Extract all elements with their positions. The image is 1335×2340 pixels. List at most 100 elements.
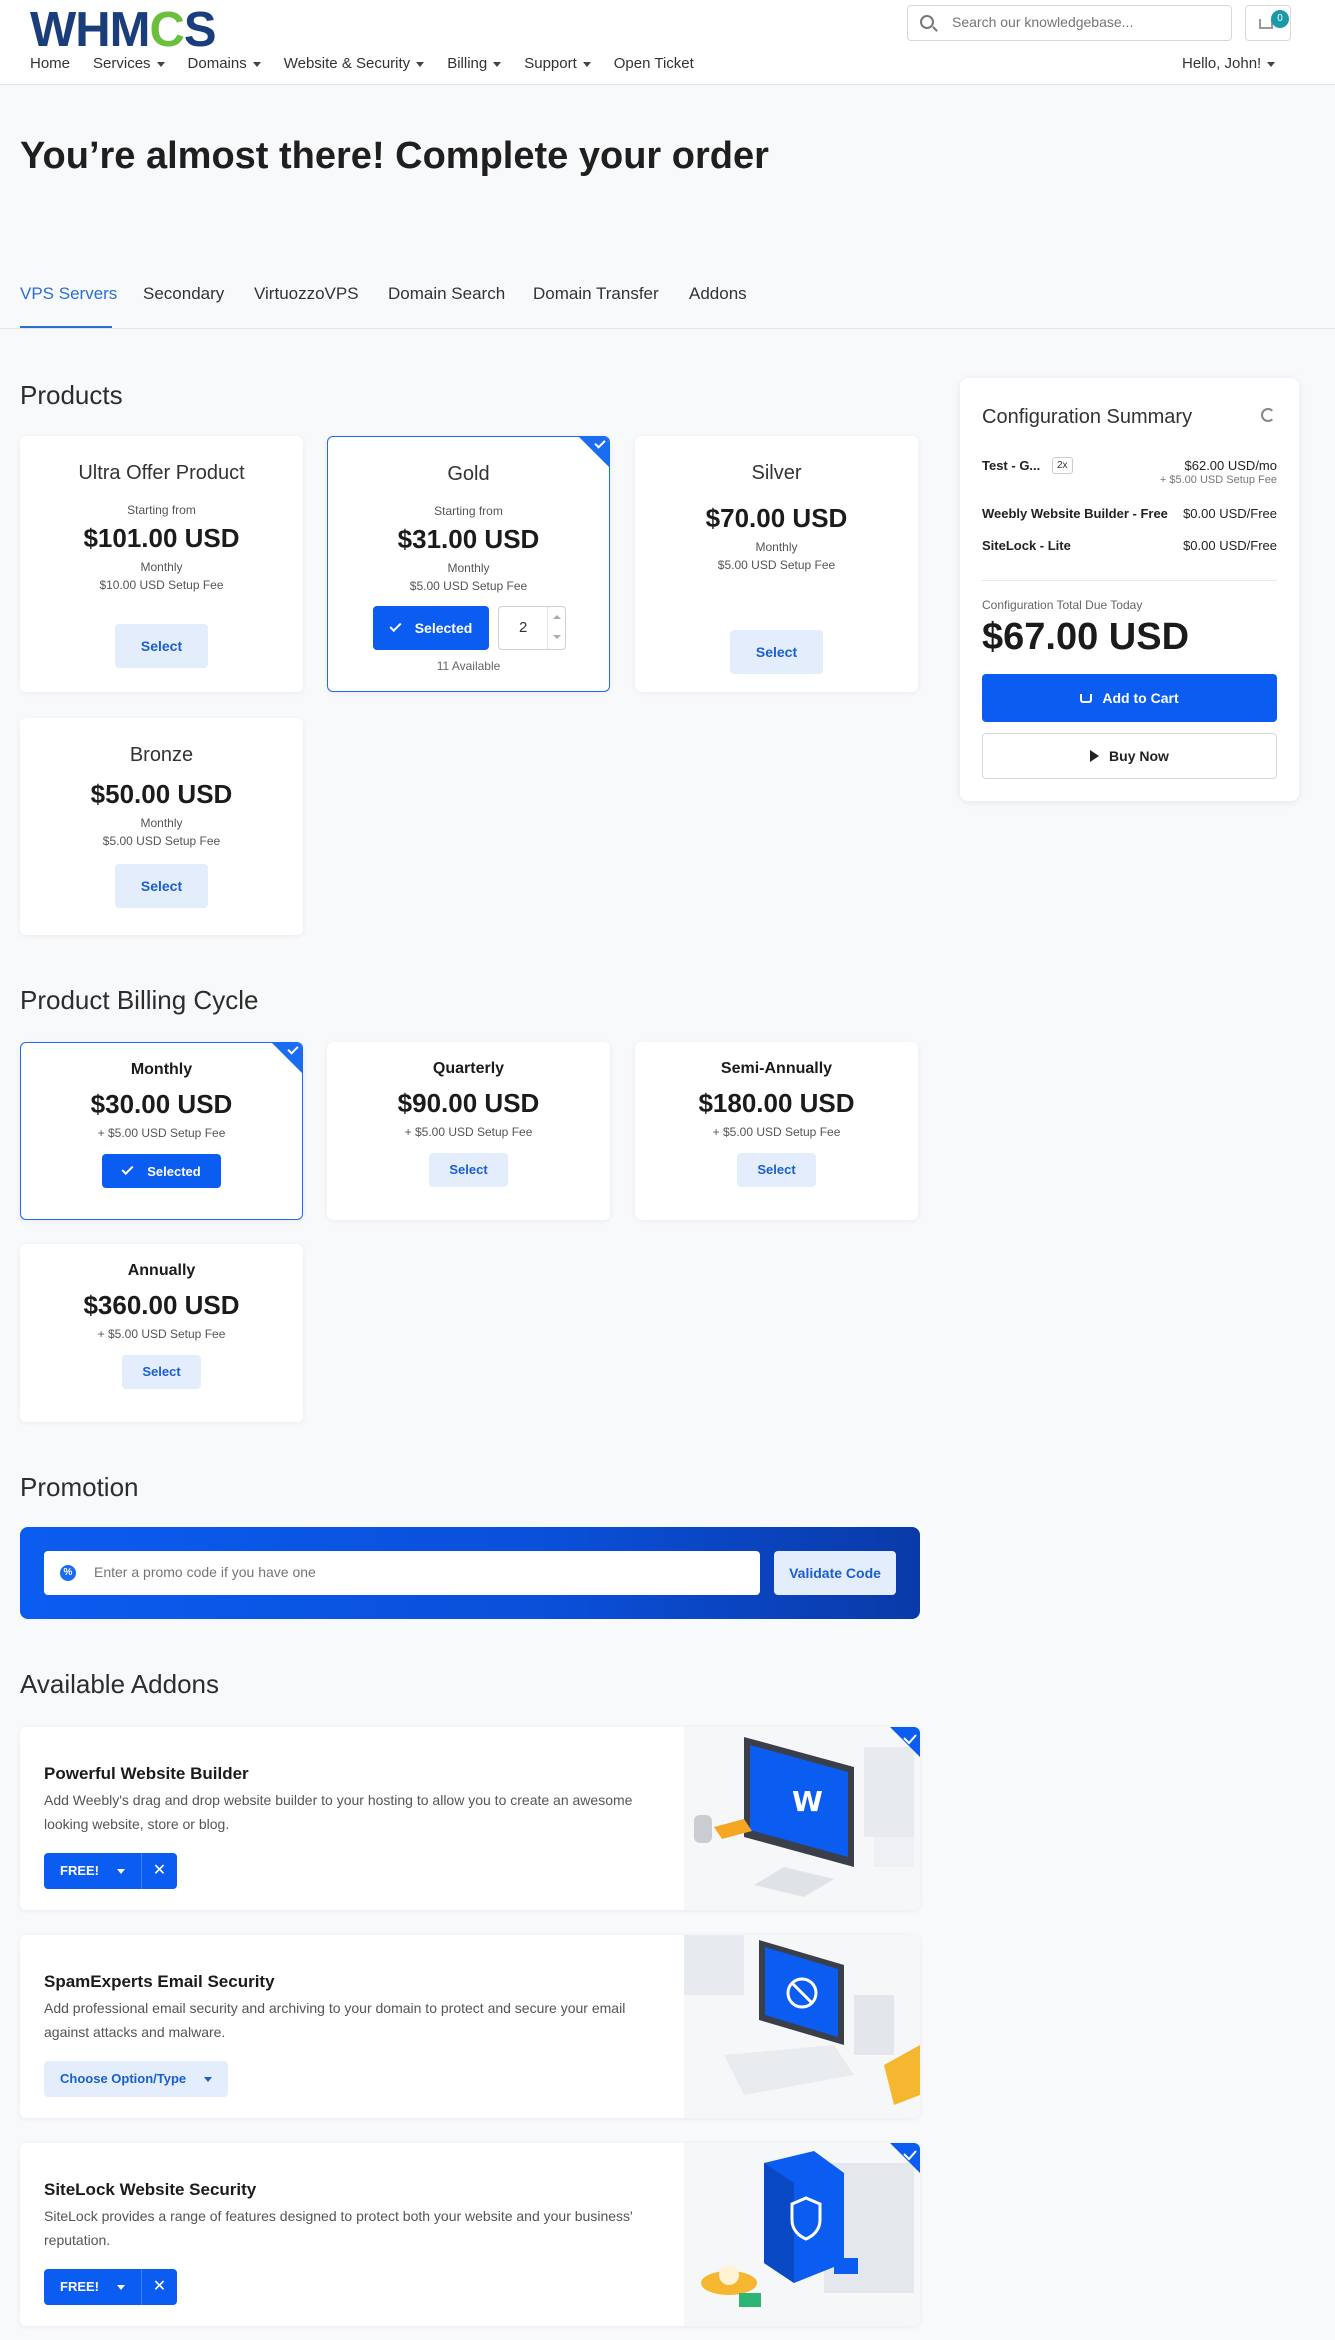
summary-item-label: SiteLock - Lite bbox=[982, 538, 1071, 553]
addon-card-website-builder[interactable]: Powerful Website Builder Add Weebly's dr… bbox=[20, 1727, 920, 1910]
summary-item-price: $0.00 USD/Free bbox=[1183, 506, 1277, 521]
free-dropdown-button[interactable]: FREE! bbox=[44, 2269, 141, 2305]
cart-button[interactable]: 0 bbox=[1245, 5, 1291, 41]
select-button[interactable]: Select bbox=[114, 864, 209, 908]
addon-card-spamexperts[interactable]: SpamExperts Email Security Add professio… bbox=[20, 1935, 920, 2118]
addon-option-group: FREE! ✕ bbox=[44, 2269, 177, 2305]
quantity-stepper[interactable]: 2 bbox=[498, 606, 566, 650]
tab-domain-transfer[interactable]: Domain Transfer bbox=[533, 284, 659, 304]
tab-virtuozzovps[interactable]: VirtuozzoVPS bbox=[254, 284, 359, 304]
addon-name: SpamExperts Email Security bbox=[44, 1972, 275, 1991]
caret-down-icon bbox=[416, 61, 425, 67]
buy-now-button[interactable]: Buy Now bbox=[982, 733, 1277, 779]
billing-card-annually[interactable]: Annually $360.00 USD + $5.00 USD Setup F… bbox=[20, 1244, 303, 1422]
tab-vps-servers[interactable]: VPS Servers bbox=[20, 284, 117, 304]
remove-addon-button[interactable]: ✕ bbox=[141, 1853, 177, 1889]
remove-addon-button[interactable]: ✕ bbox=[141, 2269, 177, 2305]
select-button[interactable]: Select bbox=[114, 624, 209, 668]
caret-down-icon bbox=[582, 61, 591, 67]
select-button[interactable]: Select bbox=[122, 1355, 201, 1389]
selected-button[interactable]: Selected bbox=[102, 1154, 221, 1188]
product-card-bronze[interactable]: Bronze $50.00 USD Monthly $5.00 USD Setu… bbox=[20, 718, 303, 935]
nav-website-security[interactable]: Website & Security bbox=[284, 55, 425, 72]
svg-text:W: W bbox=[792, 1785, 823, 1818]
cycle-price: $90.00 USD bbox=[397, 1088, 540, 1118]
product-card-gold[interactable]: Gold Starting from $31.00 USD Monthly $5… bbox=[327, 436, 610, 692]
summary-row: SiteLock - Lite $0.00 USD/Free bbox=[982, 538, 1277, 558]
email-security-illustration bbox=[684, 1935, 920, 2118]
refresh-icon[interactable] bbox=[1261, 408, 1275, 422]
caret-down-icon bbox=[252, 61, 261, 67]
product-price: $31.00 USD bbox=[397, 524, 540, 554]
knowledgebase-search[interactable] bbox=[907, 5, 1232, 41]
nav-domains[interactable]: Domains bbox=[188, 55, 261, 72]
search-input[interactable] bbox=[952, 14, 1212, 30]
validate-code-button[interactable]: Validate Code bbox=[774, 1551, 896, 1595]
billing-cycle-label: Monthly bbox=[140, 560, 183, 574]
product-name: Bronze bbox=[129, 744, 194, 766]
top-bar: WHMCS 0 Home Services Domains Website & … bbox=[0, 0, 1335, 85]
cycle-price: $30.00 USD bbox=[90, 1089, 233, 1119]
setup-fee-label: + $5.00 USD Setup Fee bbox=[97, 1126, 226, 1140]
addon-name: Powerful Website Builder bbox=[44, 1764, 249, 1783]
chevron-up-icon[interactable] bbox=[553, 615, 561, 619]
summary-divider bbox=[982, 580, 1277, 581]
page-title: You’re almost there! Complete your order bbox=[20, 135, 769, 177]
tab-domain-search[interactable]: Domain Search bbox=[388, 284, 505, 304]
nav-open-ticket[interactable]: Open Ticket bbox=[614, 55, 694, 72]
product-name: Silver bbox=[751, 462, 802, 484]
cart-count-badge: 0 bbox=[1271, 10, 1289, 28]
cart-icon bbox=[1080, 693, 1093, 703]
free-dropdown-button[interactable]: FREE! bbox=[44, 1853, 141, 1889]
availability-label: 11 Available bbox=[436, 659, 501, 673]
select-button[interactable]: Select bbox=[737, 1153, 816, 1187]
active-tab-indicator bbox=[20, 326, 112, 328]
promotion-heading: Promotion bbox=[20, 1472, 139, 1502]
cycle-name: Annually bbox=[127, 1262, 196, 1279]
whmcs-logo[interactable]: WHMCS bbox=[30, 2, 217, 58]
summary-item-price: $0.00 USD/Free bbox=[1183, 538, 1277, 553]
setup-fee-label: + $5.00 USD Setup Fee bbox=[97, 1327, 226, 1341]
choose-option-dropdown[interactable]: Choose Option/Type bbox=[44, 2061, 229, 2097]
billing-card-monthly[interactable]: Monthly $30.00 USD + $5.00 USD Setup Fee… bbox=[20, 1042, 303, 1220]
nav-support[interactable]: Support bbox=[524, 55, 591, 72]
selected-button[interactable]: Selected bbox=[373, 606, 489, 650]
main-nav: Home Services Domains Website & Security… bbox=[30, 55, 717, 72]
stepper-arrows[interactable] bbox=[547, 607, 565, 649]
add-to-cart-button[interactable]: Add to Cart bbox=[982, 674, 1277, 722]
promo-panel: % Validate Code bbox=[20, 1527, 920, 1619]
arrow-right-icon bbox=[1090, 750, 1100, 762]
gear-icon: C bbox=[149, 3, 184, 57]
products-heading: Products bbox=[20, 380, 123, 410]
nav-billing[interactable]: Billing bbox=[447, 55, 502, 72]
promo-code-input[interactable] bbox=[94, 1564, 734, 1580]
summary-row: Test - G... 2x $62.00 USD/mo + $5.00 USD… bbox=[982, 457, 1277, 494]
select-button[interactable]: Select bbox=[729, 630, 824, 674]
caret-down-icon bbox=[117, 2284, 125, 2290]
sitelock-illustration bbox=[684, 2143, 920, 2326]
caret-down-icon bbox=[156, 61, 165, 67]
promo-field[interactable]: % bbox=[44, 1551, 760, 1595]
total-due-label: Configuration Total Due Today bbox=[982, 598, 1143, 612]
billing-cycle-label: Monthly bbox=[140, 816, 183, 830]
tab-secondary[interactable]: Secondary bbox=[143, 284, 224, 304]
search-icon bbox=[920, 15, 934, 29]
billing-cycle-label: Monthly bbox=[447, 561, 490, 575]
tab-addons[interactable]: Addons bbox=[689, 284, 747, 304]
summary-item-setup-fee: + $5.00 USD Setup Fee bbox=[1159, 474, 1277, 486]
select-button[interactable]: Select bbox=[429, 1153, 508, 1187]
addon-card-sitelock[interactable]: SiteLock Website Security SiteLock provi… bbox=[20, 2143, 920, 2326]
billing-card-semi-annually[interactable]: Semi-Annually $180.00 USD + $5.00 USD Se… bbox=[635, 1042, 918, 1220]
cycle-price: $360.00 USD bbox=[83, 1290, 240, 1320]
addon-option-group: FREE! ✕ bbox=[44, 1853, 177, 1889]
billing-card-quarterly[interactable]: Quarterly $90.00 USD + $5.00 USD Setup F… bbox=[327, 1042, 610, 1220]
nav-home[interactable]: Home bbox=[30, 55, 70, 72]
summary-title: Configuration Summary bbox=[982, 406, 1193, 428]
product-card-silver[interactable]: Silver $70.00 USD Monthly $5.00 USD Setu… bbox=[635, 436, 918, 692]
percent-badge-icon: % bbox=[60, 1565, 76, 1581]
nav-services[interactable]: Services bbox=[93, 55, 165, 72]
user-menu[interactable]: Hello, John! bbox=[1182, 55, 1276, 72]
chevron-down-icon[interactable] bbox=[553, 635, 561, 639]
cycle-name: Semi-Annually bbox=[720, 1060, 833, 1077]
product-card-ultra-offer[interactable]: Ultra Offer Product Starting from $101.0… bbox=[20, 436, 303, 692]
